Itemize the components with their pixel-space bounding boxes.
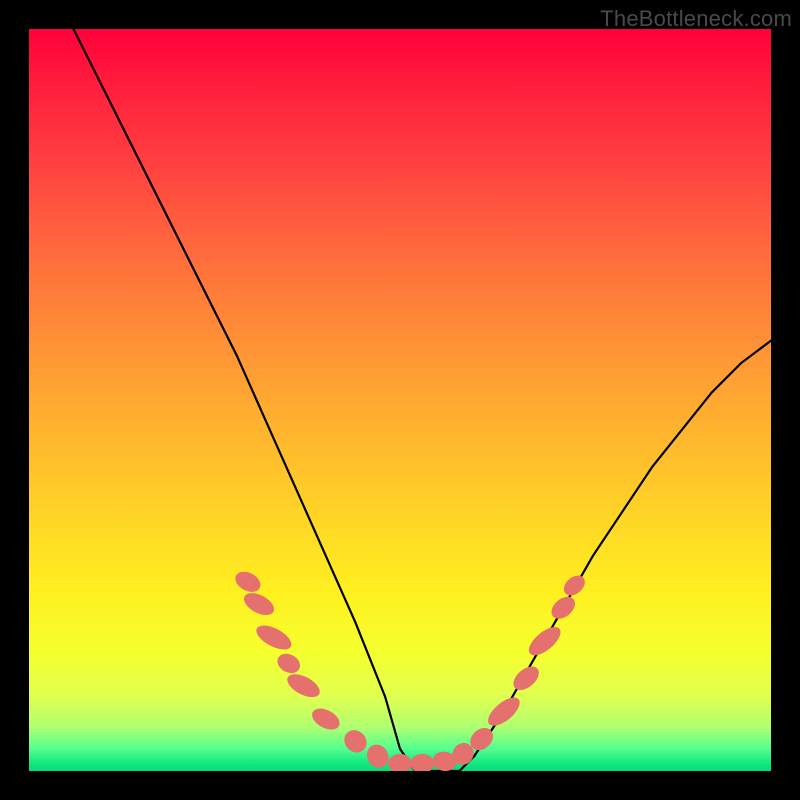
curve-marker (340, 726, 371, 757)
curve-marker (240, 589, 277, 620)
curve-marker (483, 692, 524, 730)
bottleneck-curve-svg (29, 29, 771, 771)
curve-marker (309, 704, 344, 734)
curve-marker (524, 622, 565, 660)
curve-marker (363, 741, 393, 771)
curve-marker (232, 568, 264, 596)
bottleneck-curve-path (29, 29, 771, 771)
curve-marker (410, 754, 434, 771)
curve-marker (253, 621, 295, 655)
curve-marker (388, 754, 412, 771)
curve-markers (232, 568, 589, 771)
curve-marker (560, 572, 589, 600)
curve-marker (274, 650, 303, 677)
curve-marker (284, 669, 324, 701)
watermark-label: TheBottleneck.com (600, 6, 792, 32)
curve-marker (547, 592, 579, 623)
chart-plot-area (29, 29, 771, 771)
curve-marker (509, 662, 543, 695)
